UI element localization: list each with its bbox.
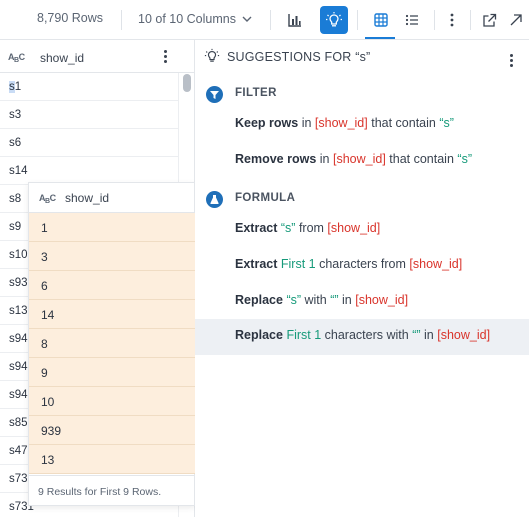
divider — [270, 10, 271, 30]
collapse-icon — [509, 13, 523, 27]
panel-menu-icon[interactable] — [510, 54, 514, 67]
grid-cell[interactable]: s1 — [0, 73, 178, 101]
chart-icon — [287, 12, 303, 28]
grid-cell[interactable]: s14 — [0, 157, 178, 185]
grid-cell[interactable]: s3 — [0, 101, 178, 129]
string-type-icon: ABC — [39, 193, 56, 205]
column-menu-icon[interactable] — [164, 50, 168, 63]
preview-row: 13 — [29, 445, 195, 474]
column-title: show_id — [40, 51, 85, 65]
list-view-icon — [404, 12, 420, 28]
preview-header: ABC show_id — [29, 183, 195, 213]
collapse-button[interactable] — [502, 6, 529, 34]
suggestion-replace-first[interactable]: Replace First 1 characters with “” in [s… — [235, 328, 490, 342]
more-button[interactable] — [438, 6, 466, 34]
preview-column-title: show_id — [65, 191, 110, 205]
scrollbar-thumb[interactable] — [183, 74, 191, 92]
preview-row: 6 — [29, 271, 195, 300]
divider — [357, 10, 358, 30]
row-count: 8,790 Rows — [37, 11, 104, 25]
preview-footer: 9 Results for First 9 Rows. — [29, 475, 195, 507]
string-type-icon: ABC — [8, 52, 25, 64]
suggestion-replace-literal[interactable]: Replace “s” with “” in [show_id] — [235, 293, 408, 307]
preview-row: 1 — [29, 213, 195, 242]
preview-row: 939 — [29, 416, 195, 445]
preview-row: 8 — [29, 329, 195, 358]
preview-row: 9 — [29, 358, 195, 387]
suggestions-button[interactable] — [320, 6, 348, 34]
grid-view-icon — [373, 12, 389, 28]
grid-view-button[interactable] — [367, 6, 395, 34]
chevron-down-icon — [242, 12, 252, 26]
more-icon — [449, 12, 455, 28]
columns-label: 10 of 10 Columns — [138, 12, 236, 26]
divider — [470, 10, 471, 30]
panel-title: SUGGESTIONS FOR “s” — [227, 50, 371, 64]
divider — [121, 10, 122, 30]
preview-row: 10 — [29, 387, 195, 416]
open-external-icon — [482, 13, 497, 28]
formula-section-title: FORMULA — [235, 192, 296, 204]
preview-row: 14 — [29, 300, 195, 329]
columns-dropdown[interactable]: 10 of 10 Columns — [138, 12, 252, 26]
filter-icon — [206, 86, 223, 103]
grid-cell[interactable]: s6 — [0, 129, 178, 157]
suggestions-panel: SUGGESTIONS FOR “s” FILTER Keep rows in … — [195, 40, 529, 517]
list-view-button[interactable] — [398, 6, 426, 34]
lightbulb-icon — [204, 48, 220, 67]
suggestion-remove-rows[interactable]: Remove rows in [show_id] that contain “s… — [235, 152, 472, 166]
open-external-button[interactable] — [475, 6, 503, 34]
divider — [434, 10, 435, 30]
filter-section-title: FILTER — [235, 87, 277, 99]
extract-preview-popover: ABC show_id 1 3 6 14 8 9 10 939 13 9 Res… — [28, 182, 195, 506]
formula-icon — [206, 191, 223, 208]
lightbulb-icon — [325, 11, 343, 29]
suggestion-keep-rows[interactable]: Keep rows in [show_id] that contain “s” — [235, 116, 454, 130]
suggestion-extract-first[interactable]: Extract First 1 characters from [show_id… — [235, 257, 462, 271]
active-view-indicator — [365, 37, 395, 39]
suggestion-extract-literal[interactable]: Extract “s” from [show_id] — [235, 221, 380, 235]
toolbar: 8,790 Rows 10 of 10 Columns — [0, 0, 529, 40]
preview-row: 3 — [29, 242, 195, 271]
column-header[interactable]: ABC show_id — [0, 40, 194, 73]
chart-button[interactable] — [281, 6, 309, 34]
